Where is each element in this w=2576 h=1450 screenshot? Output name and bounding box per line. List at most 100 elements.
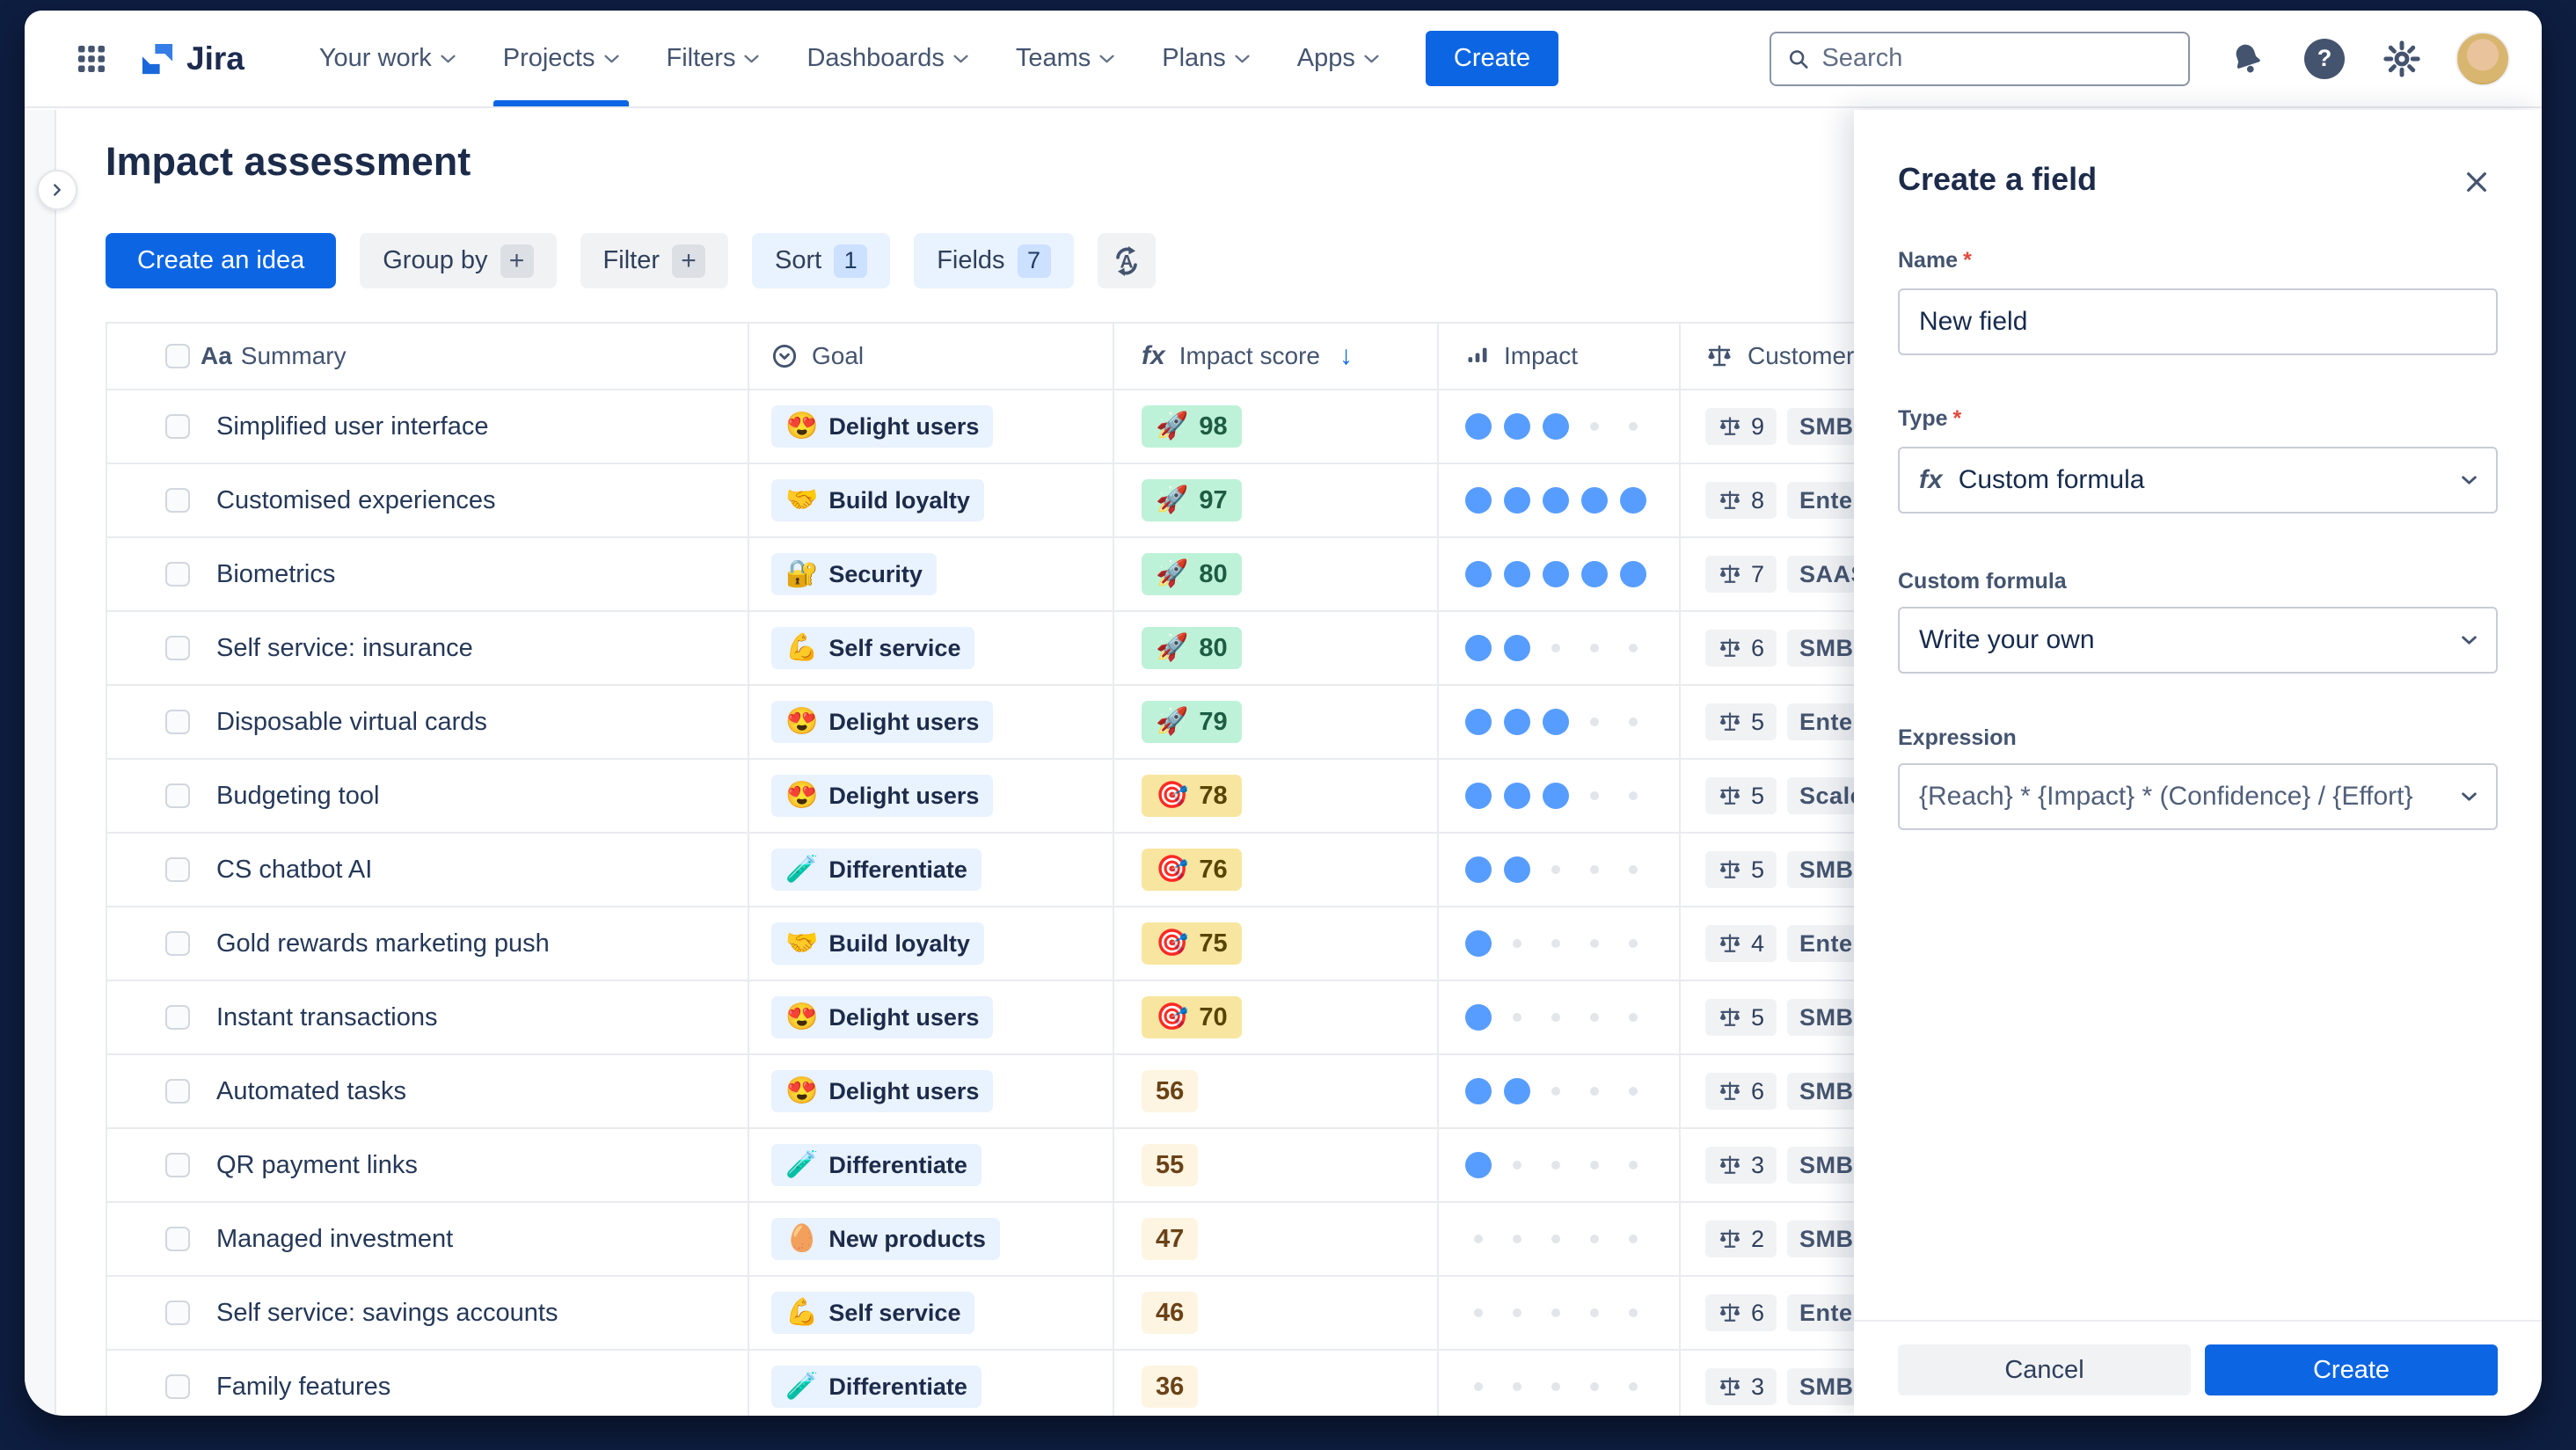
nav-item-projects[interactable]: Projects	[479, 11, 643, 106]
impact-rating-cell[interactable]	[1439, 1351, 1681, 1416]
row-checkbox[interactable]	[165, 1079, 190, 1104]
row-checkbox[interactable]	[165, 1227, 190, 1251]
impact-score-cell[interactable]: 🎯 75	[1114, 907, 1439, 981]
impact-rating-cell[interactable]	[1439, 1203, 1681, 1277]
row-checkbox[interactable]	[165, 1374, 190, 1399]
table-row[interactable]: Budgeting tool 😍 Delight users 🎯 78 5 Sc…	[107, 760, 1854, 834]
create-field-button[interactable]: Create	[2205, 1344, 2498, 1395]
row-checkbox[interactable]	[165, 710, 190, 734]
expression-select[interactable]: {Reach} * {Impact} * (Confidence} / {Eff…	[1898, 763, 2498, 830]
summary-cell[interactable]: CS chatbot AI	[107, 834, 749, 907]
impact-score-cell[interactable]: 55	[1114, 1129, 1439, 1203]
customer-cell[interactable]: 6 Enterprise	[1681, 1277, 1854, 1351]
table-row[interactable]: Disposable virtual cards 😍 Delight users…	[107, 686, 1854, 760]
summary-cell[interactable]: Self service: savings accounts	[107, 1277, 749, 1351]
auto-sort-rank-button[interactable]: A	[1097, 233, 1156, 288]
goal-cell[interactable]: 😍 Delight users	[749, 760, 1114, 834]
goal-cell[interactable]: 🤝 Build loyalty	[749, 907, 1114, 981]
table-row[interactable]: Gold rewards marketing push 🤝 Build loya…	[107, 907, 1854, 981]
impact-rating-cell[interactable]	[1439, 1129, 1681, 1203]
customer-cell[interactable]: 5 Enterprise	[1681, 686, 1854, 760]
nav-item-filters[interactable]: Filters	[643, 11, 784, 106]
settings-gear-icon[interactable]	[2383, 40, 2420, 77]
customer-cell[interactable]: 5 SMB	[1681, 834, 1854, 907]
impact-rating-cell[interactable]	[1439, 686, 1681, 760]
close-icon[interactable]	[2459, 164, 2494, 200]
impact-rating-cell[interactable]	[1439, 1277, 1681, 1351]
impact-score-cell[interactable]: 🎯 70	[1114, 981, 1439, 1055]
goal-cell[interactable]: 😍 Delight users	[749, 686, 1114, 760]
table-row[interactable]: Customised experiences 🤝 Build loyalty 🚀…	[107, 464, 1854, 538]
summary-cell[interactable]: Managed investment	[107, 1203, 749, 1277]
goal-cell[interactable]: 🤝 Build loyalty	[749, 464, 1114, 538]
impact-rating-cell[interactable]	[1439, 981, 1681, 1055]
customer-cell[interactable]: 6 SMB	[1681, 612, 1854, 686]
impact-score-cell[interactable]: 🚀 98	[1114, 390, 1439, 464]
nav-item-your-work[interactable]: Your work	[296, 11, 479, 106]
impact-score-cell[interactable]: 🎯 76	[1114, 834, 1439, 907]
table-row[interactable]: Family features 🧪 Differentiate 36 3 SMB	[107, 1351, 1854, 1416]
row-checkbox[interactable]	[165, 931, 190, 956]
goal-cell[interactable]: 🧪 Differentiate	[749, 1129, 1114, 1203]
filter-button[interactable]: Filter +	[580, 233, 728, 288]
impact-rating-cell[interactable]	[1439, 760, 1681, 834]
global-create-button[interactable]: Create	[1425, 31, 1558, 86]
summary-cell[interactable]: Instant transactions	[107, 981, 749, 1055]
impact-rating-cell[interactable]	[1439, 612, 1681, 686]
table-row[interactable]: Biometrics 🔐 Security 🚀 80 7 SAA	[107, 538, 1854, 612]
summary-cell[interactable]: Automated tasks	[107, 1055, 749, 1129]
row-checkbox[interactable]	[165, 783, 190, 808]
row-checkbox[interactable]	[165, 414, 190, 439]
nav-item-plans[interactable]: Plans	[1138, 11, 1273, 106]
search-input[interactable]	[1821, 44, 2172, 73]
customer-cell[interactable]: 3 SMB	[1681, 1351, 1854, 1416]
custom-formula-select[interactable]: Write your own	[1898, 607, 2498, 674]
group-by-button[interactable]: Group by +	[360, 233, 557, 288]
impact-rating-cell[interactable]	[1439, 464, 1681, 538]
impact-score-cell[interactable]: 🚀 97	[1114, 464, 1439, 538]
customer-cell[interactable]: 2 SMB	[1681, 1203, 1854, 1277]
row-checkbox[interactable]	[165, 1301, 190, 1325]
name-field-input[interactable]	[1898, 288, 2498, 355]
impact-rating-cell[interactable]	[1439, 834, 1681, 907]
impact-score-cell[interactable]: 🚀 80	[1114, 612, 1439, 686]
customer-cell[interactable]: 9 SMB	[1681, 390, 1854, 464]
goal-cell[interactable]: 🧪 Differentiate	[749, 1351, 1114, 1416]
customer-cell[interactable]: 7 SAAS	[1681, 538, 1854, 612]
impact-score-cell[interactable]: 47	[1114, 1203, 1439, 1277]
goal-cell[interactable]: 😍 Delight users	[749, 390, 1114, 464]
type-select[interactable]: fx Custom formula	[1898, 447, 2498, 514]
impact-score-cell[interactable]: 36	[1114, 1351, 1439, 1416]
customer-cell[interactable]: 6 SMB	[1681, 1055, 1854, 1129]
summary-cell[interactable]: Customised experiences	[107, 464, 749, 538]
impact-rating-cell[interactable]	[1439, 538, 1681, 612]
help-icon[interactable]: ?	[2304, 38, 2345, 79]
row-checkbox[interactable]	[165, 1005, 190, 1030]
row-checkbox[interactable]	[165, 1153, 190, 1177]
impact-rating-cell[interactable]	[1439, 1055, 1681, 1129]
impact-score-cell[interactable]: 🎯 78	[1114, 760, 1439, 834]
table-row[interactable]: Self service: savings accounts 💪 Self se…	[107, 1277, 1854, 1351]
customer-cell[interactable]: 4 Enterprise	[1681, 907, 1854, 981]
table-row[interactable]: CS chatbot AI 🧪 Differentiate 🎯 76 5 SMB	[107, 834, 1854, 907]
summary-cell[interactable]: Simplified user interface	[107, 390, 749, 464]
select-all-checkbox[interactable]	[165, 344, 190, 368]
column-header-goal[interactable]: Goal	[749, 324, 1114, 390]
summary-cell[interactable]: Family features	[107, 1351, 749, 1416]
summary-cell[interactable]: QR payment links	[107, 1129, 749, 1203]
goal-cell[interactable]: 💪 Self service	[749, 1277, 1114, 1351]
sort-button[interactable]: Sort 1	[752, 233, 891, 288]
expand-sidebar-button[interactable]	[37, 170, 77, 210]
nav-item-teams[interactable]: Teams	[992, 11, 1138, 106]
table-row[interactable]: Automated tasks 😍 Delight users 56 6 SMB	[107, 1055, 1854, 1129]
row-checkbox[interactable]	[165, 636, 190, 660]
goal-cell[interactable]: 💪 Self service	[749, 612, 1114, 686]
column-header-impact-score[interactable]: fx Impact score ↓	[1114, 324, 1439, 390]
table-row[interactable]: Managed investment 🥚 New products 47 2 S…	[107, 1203, 1854, 1277]
impact-rating-cell[interactable]	[1439, 907, 1681, 981]
goal-cell[interactable]: 😍 Delight users	[749, 981, 1114, 1055]
summary-cell[interactable]: Biometrics	[107, 538, 749, 612]
impact-score-cell[interactable]: 56	[1114, 1055, 1439, 1129]
row-checkbox[interactable]	[165, 857, 190, 882]
row-checkbox[interactable]	[165, 562, 190, 587]
